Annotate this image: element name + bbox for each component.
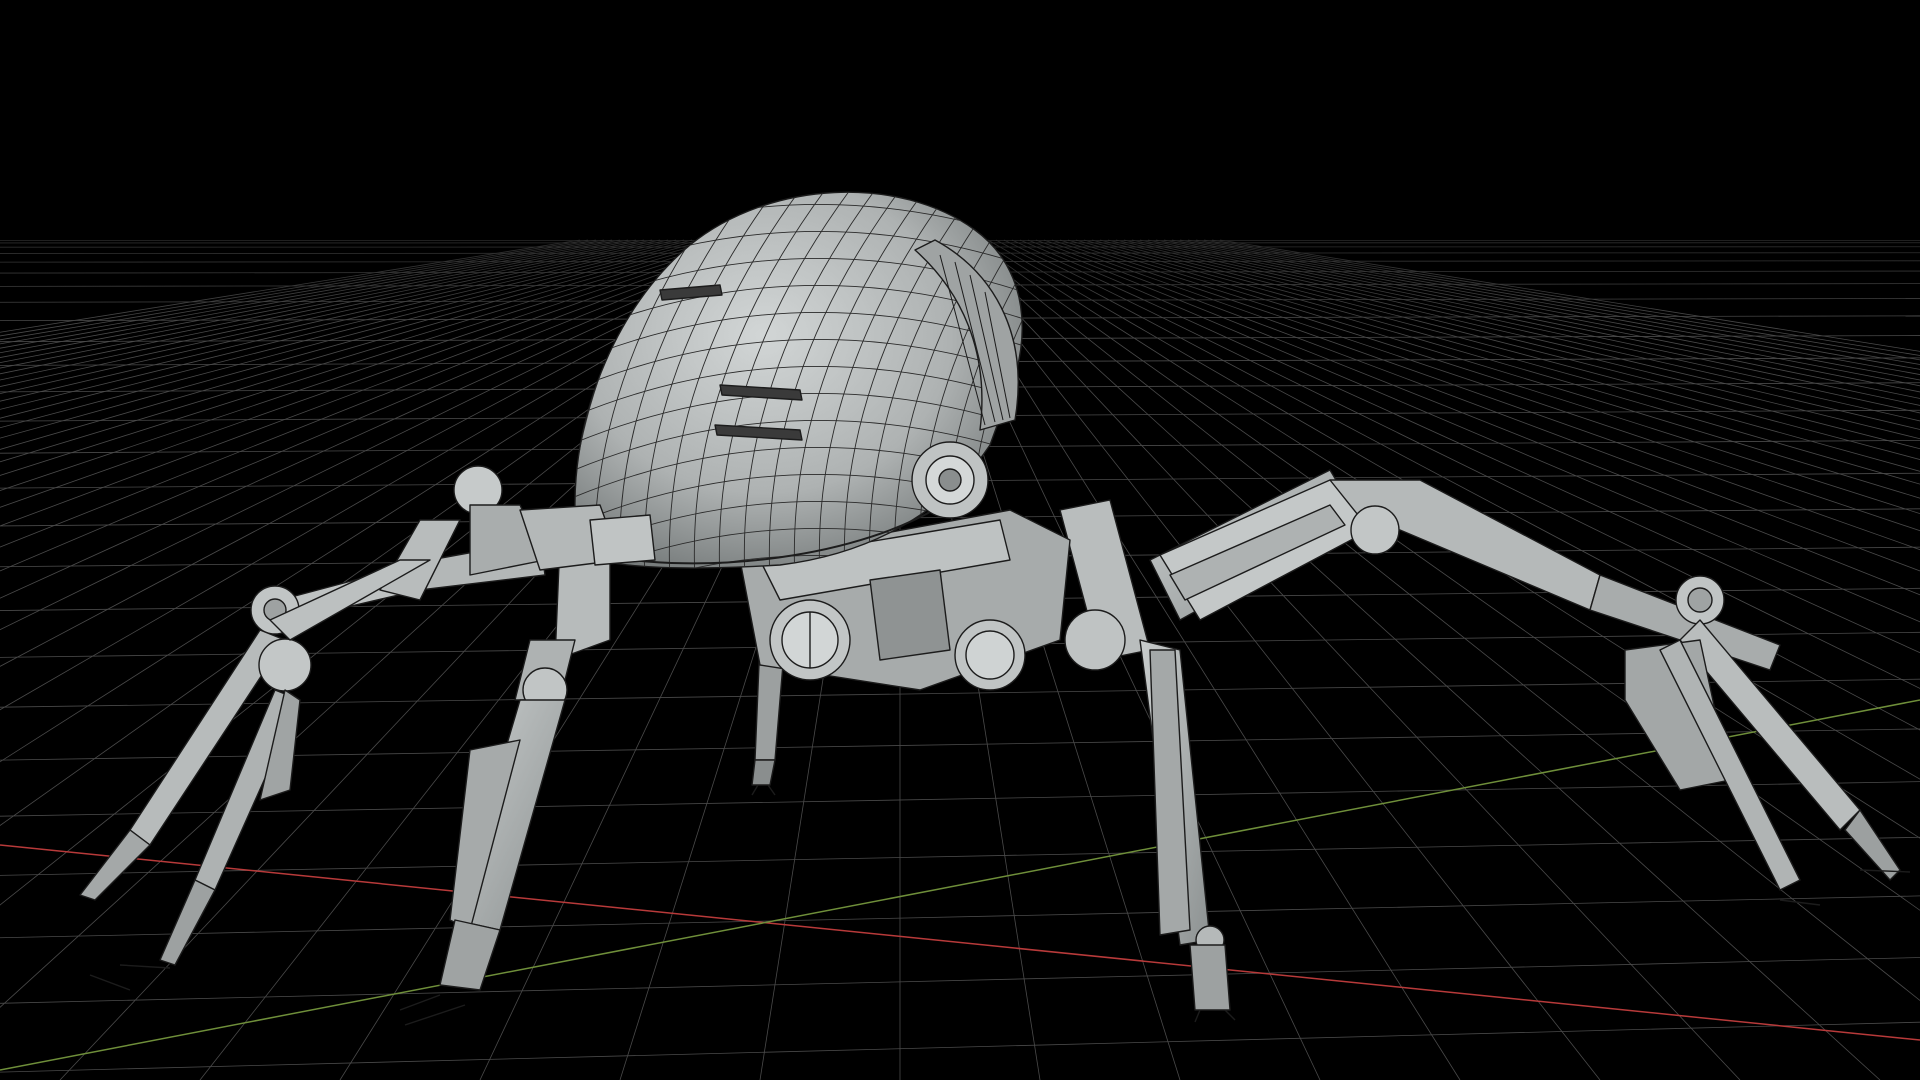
x-axis-line bbox=[0, 844, 1920, 1041]
grid-line bbox=[1163, 239, 1920, 387]
grid-line bbox=[0, 895, 1920, 939]
grid-line bbox=[1131, 239, 1920, 414]
3d-viewport[interactable] bbox=[0, 0, 1920, 1080]
grid-line bbox=[0, 239, 677, 395]
grid-line bbox=[1147, 239, 1920, 399]
grid-line bbox=[1187, 239, 1920, 370]
grid-line bbox=[1219, 239, 1920, 352]
grid-line bbox=[987, 239, 1920, 780]
grid-line bbox=[0, 239, 685, 402]
grid-line bbox=[1139, 239, 1920, 406]
grid-line bbox=[1179, 239, 1920, 375]
grid-line bbox=[0, 239, 701, 419]
grid-line bbox=[939, 239, 1601, 1080]
grid-line bbox=[995, 239, 1920, 731]
grid-line bbox=[979, 239, 1920, 839]
grid-line bbox=[1123, 239, 1920, 422]
grid-line bbox=[1203, 239, 1920, 361]
viewport-canvas[interactable] bbox=[0, 0, 1920, 1080]
grid-line bbox=[1195, 239, 1920, 365]
center-left-leg[interactable] bbox=[399, 529, 611, 1026]
grid-line bbox=[0, 836, 1920, 876]
grid-line bbox=[1107, 239, 1920, 440]
grid-line bbox=[1171, 239, 1920, 381]
grid-line bbox=[0, 239, 693, 410]
grid-line bbox=[0, 957, 1920, 1004]
grid-line bbox=[0, 1021, 1920, 1073]
grid-line bbox=[1115, 239, 1920, 430]
grid-line bbox=[1003, 239, 1920, 689]
